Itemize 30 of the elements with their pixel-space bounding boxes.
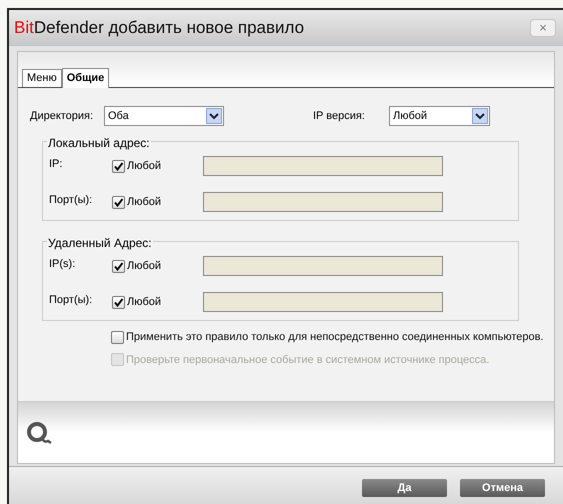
dialog-button[interactable]: Отмена xyxy=(460,479,545,497)
checkbox[interactable] xyxy=(112,160,125,172)
checkbox-label: Любой xyxy=(127,158,162,174)
field-label: Порт(ы): xyxy=(49,293,94,308)
checkbox[interactable] xyxy=(112,260,125,272)
checkbox[interactable] xyxy=(112,296,125,308)
checkbox-label: Любой xyxy=(127,194,162,210)
field-label: IP(s): xyxy=(49,257,76,272)
checkbox[interactable] xyxy=(111,330,124,344)
field-label: IP версия: xyxy=(313,108,366,124)
dropdown[interactable]: Оба xyxy=(104,106,224,126)
checkbox-label: Проверьте первоначальное событие в системном источнике процесса. xyxy=(126,352,490,368)
tab[interactable]: Меню xyxy=(22,69,62,87)
field-label: Порт(ы): xyxy=(49,193,94,208)
checkbox-label: Применить это правило только для непосредственно соединенных компьютеров. xyxy=(126,330,544,345)
dropdown[interactable]: Любой xyxy=(389,106,490,126)
field-label: Директория: xyxy=(30,108,94,124)
input-field[interactable] xyxy=(203,256,443,276)
tab[interactable]: Общие xyxy=(62,68,110,88)
input-field[interactable] xyxy=(203,156,443,176)
magnifier-icon xyxy=(26,421,52,447)
checkbox[interactable] xyxy=(112,196,125,208)
close-button[interactable]: × xyxy=(530,18,556,36)
window-title: BitDefender добавить новое правило xyxy=(14,16,304,39)
checkbox-label: Любой xyxy=(127,258,162,274)
input-field[interactable] xyxy=(203,192,443,212)
dialog-button[interactable]: Да xyxy=(362,479,447,497)
field-label: IP: xyxy=(49,157,64,172)
input-field[interactable] xyxy=(203,292,443,312)
checkbox-label: Любой xyxy=(127,294,162,310)
